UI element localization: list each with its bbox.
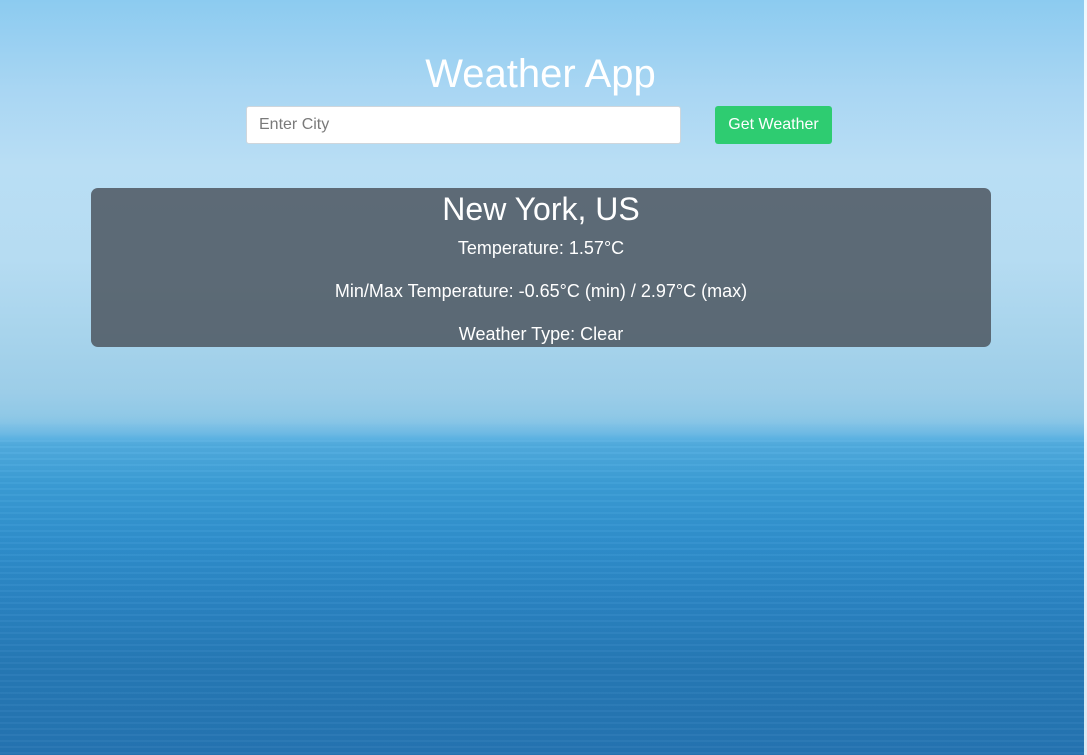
weather-result-card: New York, US Temperature: 1.57°C Min/Max… xyxy=(91,188,991,347)
app-title: Weather App xyxy=(425,52,656,96)
weather-type-text: Weather Type: Clear xyxy=(458,324,624,344)
city-search-input[interactable] xyxy=(246,106,681,144)
get-weather-button[interactable]: Get Weather xyxy=(715,106,832,144)
min-max-temperature-text: Min/Max Temperature: -0.65°C (min) / 2.9… xyxy=(334,281,748,301)
weather-app-page: { "app": { "title": "Weather App" }, "se… xyxy=(0,0,1087,755)
background-sea xyxy=(0,440,1087,755)
location-title: New York, US xyxy=(442,191,640,227)
temperature-text: Temperature: 1.57°C xyxy=(457,238,625,258)
